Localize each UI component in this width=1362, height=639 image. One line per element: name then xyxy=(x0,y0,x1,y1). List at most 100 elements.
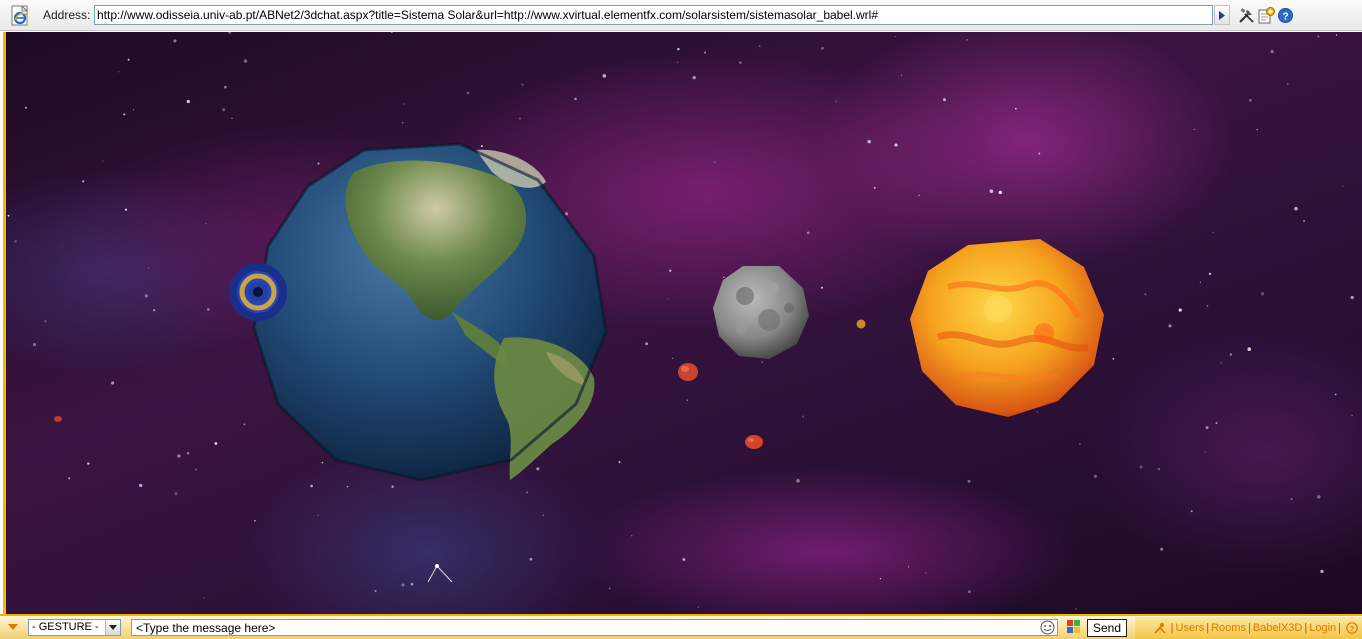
star xyxy=(1290,498,1293,501)
star xyxy=(704,51,707,54)
star xyxy=(222,108,226,112)
chat-bar: - GESTURE - Send | Users | Rooms | Babel… xyxy=(0,614,1362,639)
star xyxy=(111,381,115,385)
users-link[interactable]: Users xyxy=(1176,622,1205,634)
tools-icon[interactable] xyxy=(1238,7,1255,24)
star xyxy=(894,143,898,147)
star xyxy=(1303,220,1306,223)
star xyxy=(1093,474,1097,478)
star xyxy=(714,161,716,163)
star xyxy=(820,286,823,289)
star xyxy=(925,572,927,574)
sun[interactable] xyxy=(908,237,1108,417)
star xyxy=(542,514,545,516)
star xyxy=(519,117,521,120)
star xyxy=(1014,107,1017,110)
star xyxy=(1139,465,1143,469)
star xyxy=(82,180,85,183)
distant-star-red xyxy=(54,416,62,422)
star xyxy=(796,478,800,483)
star xyxy=(943,98,946,102)
star xyxy=(677,47,680,51)
star xyxy=(1248,98,1252,102)
star xyxy=(1317,495,1321,499)
star xyxy=(1350,295,1354,300)
star xyxy=(1193,128,1195,130)
chevron-down-icon[interactable] xyxy=(105,620,120,635)
star xyxy=(1334,393,1337,396)
star xyxy=(918,194,920,197)
star xyxy=(401,583,405,587)
send-button[interactable]: Send xyxy=(1087,619,1127,637)
star xyxy=(1160,547,1164,551)
navigation-target-icon[interactable] xyxy=(228,262,288,322)
add-page-icon[interactable] xyxy=(1258,7,1275,24)
svg-text:?: ? xyxy=(1350,624,1355,633)
star xyxy=(1215,422,1218,425)
star xyxy=(801,415,805,418)
star xyxy=(966,38,968,41)
star xyxy=(1190,510,1193,513)
babelx3d-link[interactable]: BabelX3D xyxy=(1253,622,1303,634)
star xyxy=(205,222,207,225)
go-button[interactable] xyxy=(1214,5,1230,25)
star xyxy=(139,483,143,488)
go-arrow-icon xyxy=(1219,10,1225,20)
star xyxy=(608,587,611,589)
star xyxy=(1157,467,1161,471)
star xyxy=(1038,152,1041,155)
collapse-arrow-icon[interactable] xyxy=(8,623,18,631)
color-palette-icon[interactable] xyxy=(1067,620,1081,634)
star xyxy=(231,117,233,120)
star xyxy=(243,59,248,63)
star xyxy=(574,97,577,101)
star xyxy=(206,308,210,311)
address-input[interactable] xyxy=(94,5,1213,25)
smiley-icon[interactable] xyxy=(1040,620,1055,635)
star xyxy=(998,190,1003,195)
star xyxy=(1112,357,1115,360)
small-planet[interactable] xyxy=(855,318,867,330)
star xyxy=(867,139,871,144)
login-link[interactable]: Login xyxy=(1309,622,1336,634)
star xyxy=(203,597,205,599)
star xyxy=(1270,50,1274,54)
star xyxy=(24,106,27,109)
star xyxy=(521,83,524,86)
star xyxy=(697,606,699,608)
help-icon[interactable]: ? xyxy=(1346,622,1358,634)
star xyxy=(68,477,71,480)
star xyxy=(1342,185,1344,187)
3d-viewport[interactable] xyxy=(3,32,1362,614)
star xyxy=(967,479,971,483)
star xyxy=(224,85,227,89)
star xyxy=(1204,451,1206,453)
cursor-icon xyxy=(427,564,453,583)
star xyxy=(1317,35,1320,38)
rooms-link[interactable]: Rooms xyxy=(1211,622,1246,634)
message-input[interactable] xyxy=(131,619,1058,636)
star xyxy=(1320,569,1324,574)
star xyxy=(821,46,824,50)
moon[interactable] xyxy=(711,262,811,362)
star xyxy=(254,519,256,522)
star xyxy=(529,557,533,561)
star xyxy=(669,269,672,272)
red-planet-small[interactable] xyxy=(744,434,764,450)
star xyxy=(1351,414,1353,417)
star xyxy=(390,32,393,34)
tools-icon[interactable] xyxy=(1154,622,1166,634)
earth-planet[interactable] xyxy=(246,142,611,487)
help-icon[interactable]: ? xyxy=(1277,7,1294,24)
svg-text:?: ? xyxy=(1282,12,1288,23)
star xyxy=(127,58,130,61)
star xyxy=(186,99,190,104)
starfield xyxy=(7,32,1354,610)
star xyxy=(1229,353,1232,356)
gesture-select[interactable]: - GESTURE - xyxy=(28,619,121,636)
red-planet[interactable] xyxy=(677,362,699,382)
ie-page-icon[interactable] xyxy=(10,5,30,26)
star xyxy=(1256,128,1258,131)
star xyxy=(374,589,377,593)
star xyxy=(1199,281,1201,283)
